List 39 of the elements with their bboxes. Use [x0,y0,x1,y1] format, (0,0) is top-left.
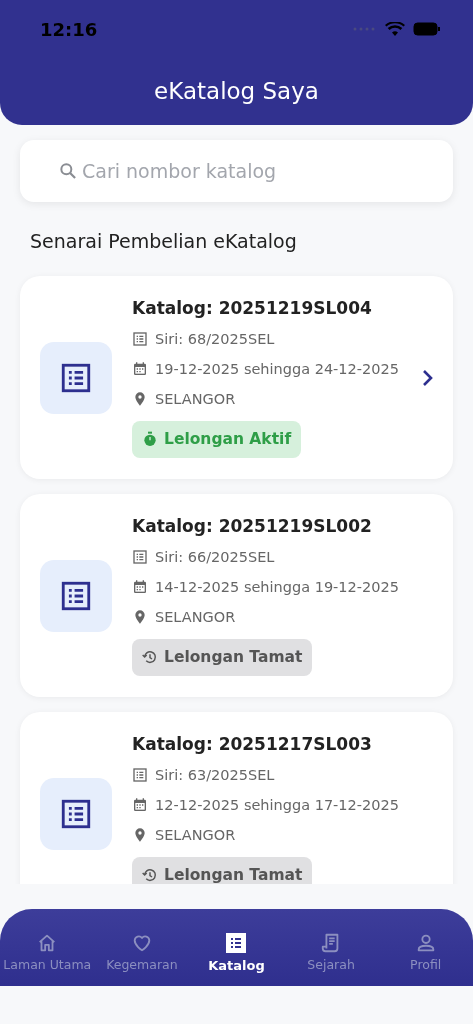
list-icon [224,930,249,955]
history-icon [142,649,158,665]
location-pin-icon [132,607,148,626]
catalog-title: Katalog: 20251217SL003 [132,733,373,754]
series-text: Siri: 63/2025SEL [155,766,275,783]
list-icon [132,548,148,565]
catalog-title: Katalog: 20251219SL002 [132,515,373,536]
catalog-card[interactable]: Katalog: 20251219SL004 Siri: 68/2025SEL 19-12-2025 sehingga 24-12-2025 SELANGOR Lelongan Aktif [20,276,453,479]
history-icon [142,867,158,883]
location-pin-icon [132,825,148,844]
series-text: Siri: 66/2025SEL [155,548,275,565]
calendar-icon [132,578,148,595]
battery-icon [413,22,441,36]
page-title: eKatalog Saya [153,77,320,106]
status-time: 12:16 [40,18,98,40]
calendar-icon [132,360,148,377]
search-icon [58,161,78,181]
location-text: SELANGOR [155,390,236,407]
section-title: Senarai Pembelian eKatalog [30,230,298,252]
catalog-card[interactable]: Katalog: 20251219SL002 Siri: 66/2025SEL 14-12-2025 sehingga 19-12-2025 SELANGOR Lelongan Tamat [20,494,453,697]
stopwatch-icon [142,431,158,447]
date-range: 19-12-2025 sehingga 24-12-2025 [155,360,399,377]
wifi-icon [385,21,405,37]
date-range: 12-12-2025 sehingga 17-12-2025 [155,796,399,813]
location-pin-icon [132,389,148,408]
series-text: Siri: 68/2025SEL [155,330,275,347]
catalog-title: Katalog: 20251219SL004 [132,297,373,318]
status-badge: Lelongan Tamat [132,638,313,676]
calendar-icon [132,796,148,813]
location-text: SELANGOR [155,826,236,843]
date-range: 14-12-2025 sehingga 19-12-2025 [155,578,399,595]
status-badge: Lelongan Aktif [132,420,302,458]
location-text: SELANGOR [155,608,236,625]
nav-tab[interactable]: Katalog [189,909,284,986]
status-badge: Lelongan Tamat [132,856,313,884]
list-icon [132,330,148,347]
catalog-card[interactable]: Katalog: 20251217SL003 Siri: 63/2025SEL 12-12-2025 sehingga 17-12-2025 SELANGOR Lelongan Tamat [20,712,453,884]
list-icon [132,766,148,783]
search-field[interactable]: Cari nombor katalog [20,140,453,202]
